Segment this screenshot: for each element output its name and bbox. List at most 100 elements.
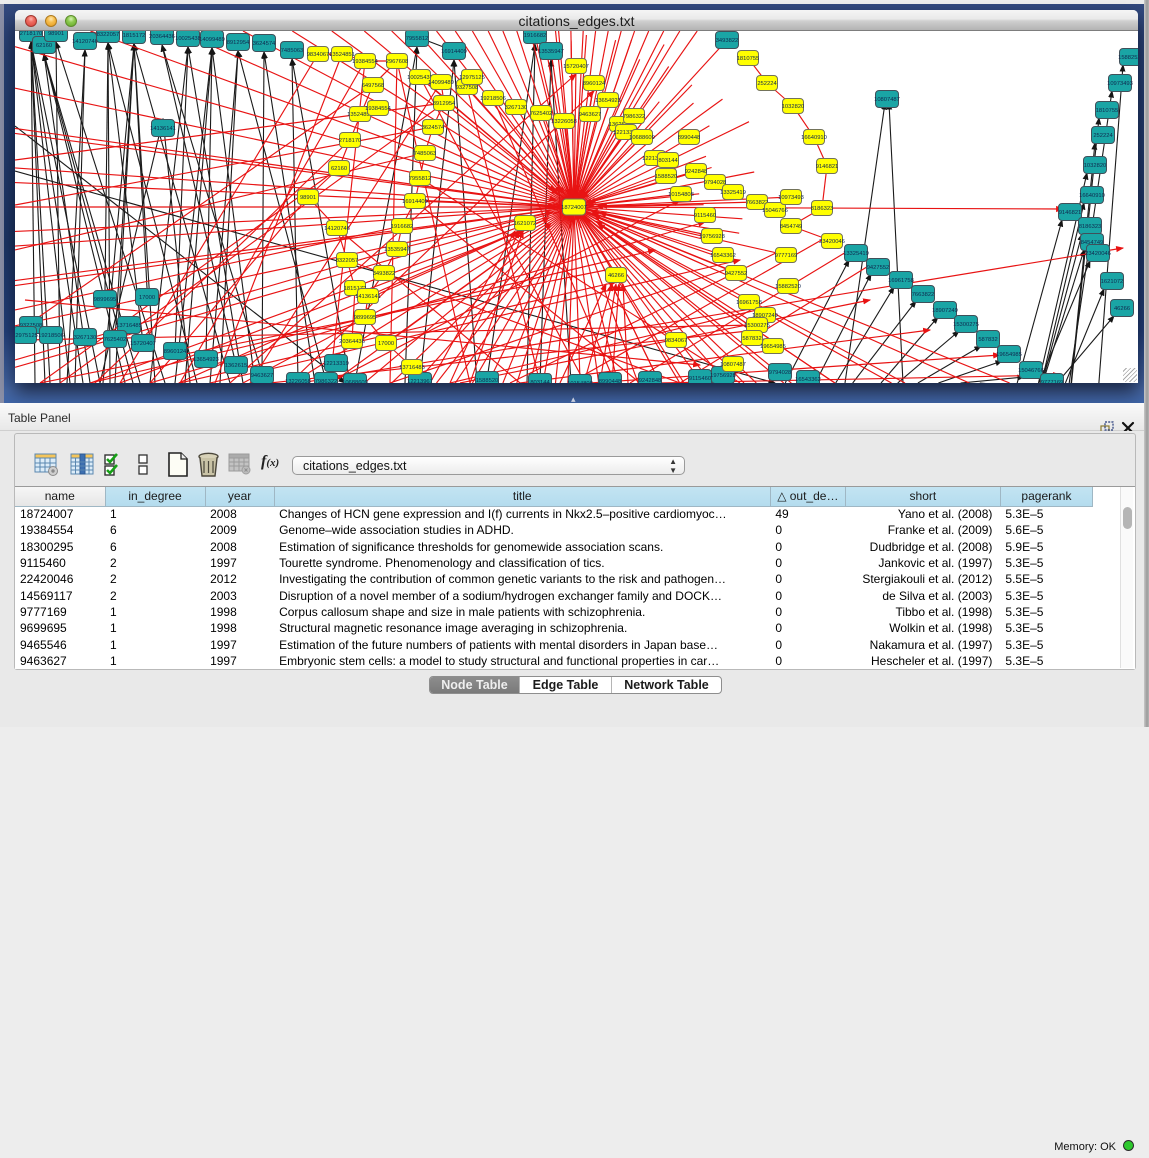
svg-text:15720407: 15720407: [563, 64, 589, 70]
svg-text:8322057: 8322057: [336, 258, 359, 264]
svg-text:252224: 252224: [757, 81, 777, 87]
svg-text:14120746: 14120746: [72, 39, 98, 45]
svg-text:10973493: 10973493: [778, 195, 804, 201]
svg-text:9794028: 9794028: [704, 180, 727, 186]
svg-text:1810755: 1810755: [737, 56, 760, 62]
svg-text:15720407: 15720407: [130, 341, 156, 347]
svg-text:8186323: 8186323: [811, 206, 834, 212]
svg-text:10154808: 10154808: [567, 381, 593, 383]
svg-text:803144: 803144: [658, 158, 678, 164]
svg-text:8454749: 8454749: [780, 224, 803, 230]
svg-text:14099489: 14099489: [199, 37, 225, 43]
svg-text:7986322: 7986322: [623, 114, 646, 120]
svg-text:13535947: 13535947: [538, 49, 564, 55]
svg-text:14099489: 14099489: [428, 80, 454, 86]
svg-text:19756928: 19756928: [699, 234, 725, 240]
svg-text:9463627: 9463627: [579, 112, 602, 118]
svg-text:587832: 587832: [742, 336, 761, 342]
svg-text:12975125: 12975125: [459, 75, 485, 81]
svg-text:12975125: 12975125: [15, 333, 38, 339]
svg-text:10688609: 10688609: [629, 135, 655, 141]
svg-text:15882520: 15882520: [1118, 55, 1138, 61]
svg-text:16914409: 16914409: [402, 199, 428, 205]
svg-text:13654923: 13654923: [193, 357, 219, 363]
svg-text:16961758: 16961758: [736, 300, 762, 306]
svg-text:13325419: 13325419: [720, 190, 746, 196]
svg-text:17000: 17000: [378, 341, 394, 347]
svg-text:18907249: 18907249: [932, 308, 958, 314]
svg-text:1362615: 1362615: [225, 363, 248, 369]
svg-text:7955812: 7955812: [406, 36, 429, 42]
svg-text:16640910: 16640910: [801, 135, 827, 141]
svg-text:1815172: 1815172: [123, 33, 146, 39]
svg-text:1588520: 1588520: [476, 378, 499, 383]
svg-text:9146821: 9146821: [1059, 210, 1082, 216]
svg-text:13226058: 13226058: [551, 119, 577, 125]
svg-text:13524851: 13524851: [329, 52, 355, 58]
svg-text:17000: 17000: [139, 295, 155, 301]
svg-text:803144: 803144: [530, 380, 550, 383]
svg-text:9327508: 9327508: [456, 85, 479, 91]
svg-text:1032820: 1032820: [1084, 163, 1107, 169]
svg-text:19384554: 19384554: [352, 59, 379, 65]
svg-text:9777169: 9777169: [1041, 380, 1064, 383]
svg-text:7663822: 7663822: [912, 292, 935, 298]
svg-text:2967608: 2967608: [386, 59, 409, 65]
svg-text:9242848: 9242848: [685, 169, 708, 175]
svg-text:16543362: 16543362: [795, 377, 821, 383]
svg-text:10807487: 10807487: [720, 362, 746, 368]
svg-text:9899695: 9899695: [94, 297, 117, 303]
svg-text:7485063: 7485063: [281, 48, 304, 54]
svg-text:9777169: 9777169: [775, 253, 798, 259]
svg-text:587832: 587832: [978, 337, 997, 343]
svg-text:13325419: 13325419: [843, 251, 869, 257]
svg-text:1916682: 1916682: [524, 33, 547, 39]
svg-text:3267130: 3267130: [505, 105, 528, 111]
svg-text:10688609: 10688609: [342, 380, 368, 383]
svg-text:16543362: 16543362: [710, 253, 736, 259]
svg-text:3624574: 3624574: [422, 125, 445, 131]
svg-text:6497568: 6497568: [362, 83, 385, 89]
svg-text:9242848: 9242848: [639, 378, 662, 383]
svg-text:15046766: 15046766: [762, 208, 788, 214]
svg-text:252224: 252224: [1093, 133, 1113, 139]
svg-text:20364436: 20364436: [149, 34, 175, 40]
svg-text:8322057: 8322057: [97, 32, 120, 38]
svg-text:3267130: 3267130: [74, 335, 97, 341]
svg-text:7986322: 7986322: [315, 379, 338, 383]
svg-text:16640910: 16640910: [1079, 193, 1105, 199]
svg-text:9834067: 9834067: [665, 338, 688, 344]
svg-text:8960124: 8960124: [583, 81, 606, 87]
svg-text:20364436: 20364436: [339, 339, 365, 345]
svg-text:7955812: 7955812: [409, 176, 432, 182]
svg-text:1810755: 1810755: [1096, 108, 1119, 114]
svg-text:19384554: 19384554: [365, 106, 392, 112]
svg-text:3493822: 3493822: [716, 38, 739, 44]
svg-text:9834067: 9834067: [307, 52, 330, 58]
svg-text:9463627: 9463627: [251, 373, 274, 379]
svg-text:8990448: 8990448: [678, 135, 701, 141]
svg-text:98901: 98901: [48, 31, 64, 37]
svg-text:19654985: 19654985: [760, 344, 786, 350]
svg-text:13226058: 13226058: [285, 379, 311, 383]
svg-text:1916682: 1916682: [391, 224, 414, 230]
svg-text:12213319: 12213319: [323, 361, 349, 367]
svg-text:98901: 98901: [300, 195, 316, 201]
svg-text:15882520: 15882520: [775, 284, 801, 290]
svg-text:10807487: 10807487: [874, 97, 900, 103]
svg-text:1588520: 1588520: [655, 174, 678, 180]
svg-text:14136141: 14136141: [150, 126, 176, 132]
svg-text:1621072: 1621072: [1101, 279, 1124, 285]
svg-text:10973493: 10973493: [1107, 81, 1133, 87]
svg-text:9115460: 9115460: [694, 213, 716, 219]
svg-text:16914409: 16914409: [441, 49, 467, 55]
svg-text:62160: 62160: [36, 43, 52, 49]
svg-text:7625402: 7625402: [104, 337, 127, 343]
svg-text:19654985: 19654985: [996, 352, 1022, 358]
svg-text:9115460: 9115460: [689, 376, 711, 382]
svg-text:2718170: 2718170: [339, 138, 362, 144]
svg-text:15300275: 15300275: [744, 323, 770, 329]
svg-text:16961758: 16961758: [888, 278, 914, 284]
svg-text:13535947: 13535947: [384, 247, 410, 253]
svg-text:1621072: 1621072: [514, 221, 537, 227]
